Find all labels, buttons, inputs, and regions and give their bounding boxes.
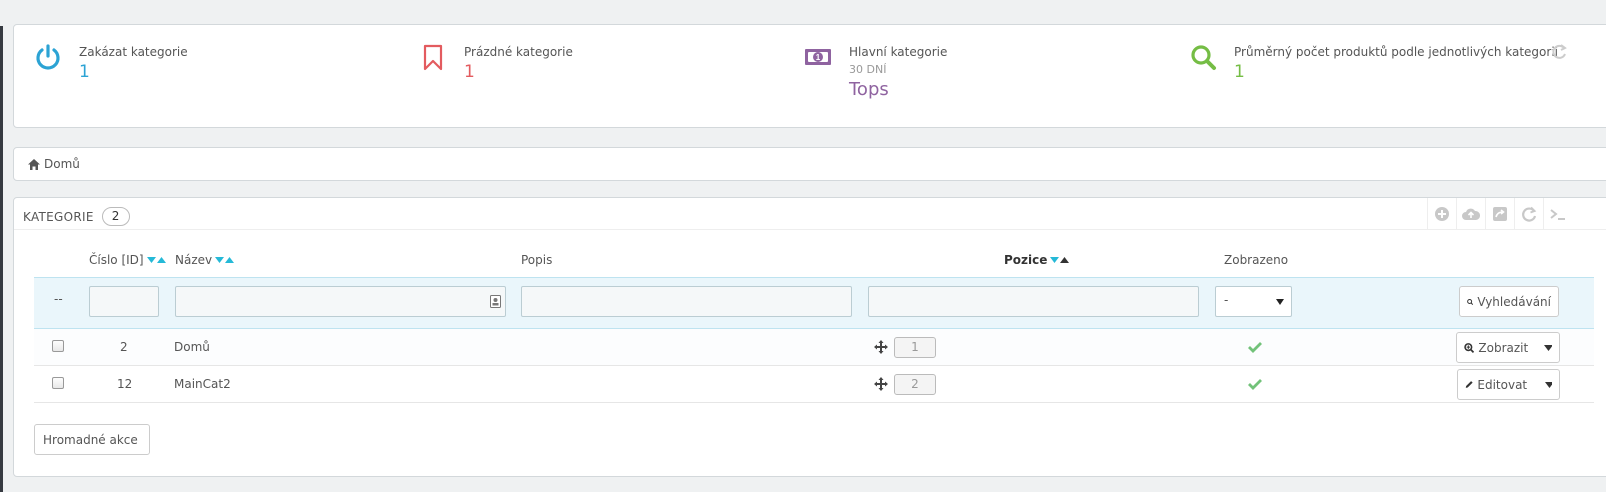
- column-header-description: Popis: [521, 253, 552, 267]
- drag-handle-icon[interactable]: [874, 340, 888, 354]
- export-icon: [1493, 207, 1507, 221]
- filter-position-input[interactable]: [868, 286, 1199, 317]
- breadcrumb-label: Domů: [44, 157, 80, 171]
- kpi-empty-categories[interactable]: Prázdné kategorie 1: [419, 25, 779, 125]
- caret-down-icon[interactable]: [1544, 344, 1552, 351]
- filter-description-input[interactable]: [521, 286, 852, 317]
- sort-asc-icon[interactable]: [225, 257, 235, 263]
- sort-icons[interactable]: [215, 257, 235, 263]
- column-header-name[interactable]: Název: [175, 253, 235, 267]
- filter-displayed-select[interactable]: -: [1215, 286, 1292, 317]
- filter-dash: --: [54, 292, 63, 306]
- column-label: Pozice: [1004, 253, 1048, 267]
- kpi-panel: Zakázat kategorie 1 Prázdné kategorie 1 …: [13, 24, 1606, 128]
- sort-icons[interactable]: [1050, 257, 1070, 263]
- list-title: KATEGORIE 2: [23, 207, 130, 226]
- caret-down-icon[interactable]: [1545, 381, 1552, 388]
- kpi-average-products[interactable]: Průměrný počet produktů podle jednotlivý…: [1189, 25, 1569, 125]
- cloud-upload-icon: [1462, 208, 1480, 220]
- category-list-panel: KATEGORIE 2 Číslo [ID] Název Popis Pozic…: [13, 197, 1606, 477]
- cell-name: Domů: [174, 340, 210, 354]
- zoom-icon: [1464, 342, 1475, 353]
- kpi-value: 1: [79, 62, 90, 82]
- kpi-value: 1: [1234, 62, 1245, 82]
- view-button[interactable]: Zobrazit: [1456, 332, 1560, 363]
- sort-desc-icon[interactable]: [146, 257, 156, 263]
- filter-id-input[interactable]: [89, 286, 159, 317]
- breadcrumb-home[interactable]: Domů: [28, 157, 80, 171]
- filter-name-input[interactable]: [175, 286, 506, 317]
- sort-icons[interactable]: [146, 257, 166, 263]
- position-value: 2: [894, 374, 936, 395]
- export-button[interactable]: [1485, 198, 1514, 230]
- cell-name: MainCat2: [174, 377, 231, 391]
- cell-id: 12: [117, 377, 133, 391]
- edit-button[interactable]: Editovat: [1457, 369, 1560, 400]
- power-icon: [36, 44, 60, 70]
- bulk-actions-label: Hromadné akce: [43, 432, 138, 447]
- kpi-title: Průměrný počet produktů podle jednotlivý…: [1234, 45, 1558, 59]
- column-header-id[interactable]: Číslo [ID]: [89, 253, 166, 267]
- search-button[interactable]: Vyhledávání: [1459, 286, 1559, 317]
- kpi-disabled-categories[interactable]: Zakázat kategorie 1: [34, 25, 394, 125]
- column-label: Název: [175, 253, 213, 267]
- pencil-icon: [1465, 381, 1473, 388]
- svg-text:1: 1: [816, 53, 821, 62]
- edit-button-label: Editovat: [1477, 377, 1528, 392]
- table-row[interactable]: 2 Domů 1 Zobrazit: [34, 329, 1594, 366]
- refresh-icon[interactable]: [1550, 43, 1568, 61]
- drag-handle-icon[interactable]: [874, 377, 888, 391]
- position-value: 1: [894, 337, 936, 358]
- kpi-top-category[interactable]: 1 Hlavní kategorie 30 DNÍ Tops: [804, 25, 1164, 125]
- kpi-title: Hlavní kategorie: [849, 45, 948, 59]
- contact-card-icon: [490, 295, 501, 308]
- home-icon: [28, 158, 40, 170]
- check-icon[interactable]: [1248, 341, 1262, 353]
- cell-id: 2: [120, 340, 128, 354]
- list-title-text: KATEGORIE: [23, 209, 94, 224]
- filter-row: -- - Vyhledávání: [34, 277, 1594, 329]
- table-row[interactable]: 12 MainCat2 2 Editovat: [34, 366, 1594, 403]
- list-header: KATEGORIE 2: [14, 198, 1606, 230]
- sort-desc-icon[interactable]: [1050, 257, 1060, 263]
- column-header-displayed: Zobrazeno: [1224, 253, 1288, 267]
- list-toolbar: [1427, 198, 1572, 230]
- row-checkbox[interactable]: [52, 377, 64, 389]
- kpi-title: Zakázat kategorie: [79, 45, 188, 59]
- terminal-icon: [1550, 209, 1565, 220]
- sort-desc-icon[interactable]: [215, 257, 225, 263]
- sort-asc-icon[interactable]: [156, 257, 166, 263]
- view-button-label: Zobrazit: [1478, 340, 1529, 355]
- search-button-label: Vyhledávání: [1477, 294, 1551, 309]
- chevron-down-icon: [1276, 299, 1284, 305]
- kpi-value: Tops: [849, 79, 889, 100]
- column-label: Popis: [521, 253, 553, 267]
- column-header-position[interactable]: Pozice: [1004, 253, 1070, 267]
- search-icon: [1467, 298, 1474, 305]
- kpi-value: 1: [464, 62, 475, 82]
- refresh-list-button[interactable]: [1514, 198, 1543, 230]
- column-label: Zobrazeno: [1224, 253, 1289, 267]
- kpi-title: Prázdné kategorie: [464, 45, 573, 59]
- money-icon: 1: [805, 49, 831, 65]
- sort-asc-icon[interactable]: [1060, 257, 1070, 263]
- sql-query-button[interactable]: [1543, 198, 1572, 230]
- count-badge: 2: [101, 207, 130, 226]
- import-button[interactable]: [1456, 198, 1485, 230]
- bookmark-icon: [423, 44, 443, 71]
- column-label: Číslo [ID]: [89, 253, 144, 267]
- add-icon: [1435, 207, 1449, 221]
- admin-sidebar-edge: [0, 26, 3, 492]
- kpi-subtitle: 30 DNÍ: [849, 63, 887, 76]
- breadcrumb: Domů: [13, 147, 1606, 181]
- row-checkbox[interactable]: [52, 340, 64, 352]
- bulk-actions-button[interactable]: Hromadné akce: [34, 424, 150, 455]
- select-value: -: [1224, 293, 1229, 307]
- refresh-icon: [1522, 206, 1537, 222]
- add-button[interactable]: [1427, 198, 1456, 230]
- search-icon: [1191, 45, 1216, 70]
- check-icon[interactable]: [1248, 378, 1262, 390]
